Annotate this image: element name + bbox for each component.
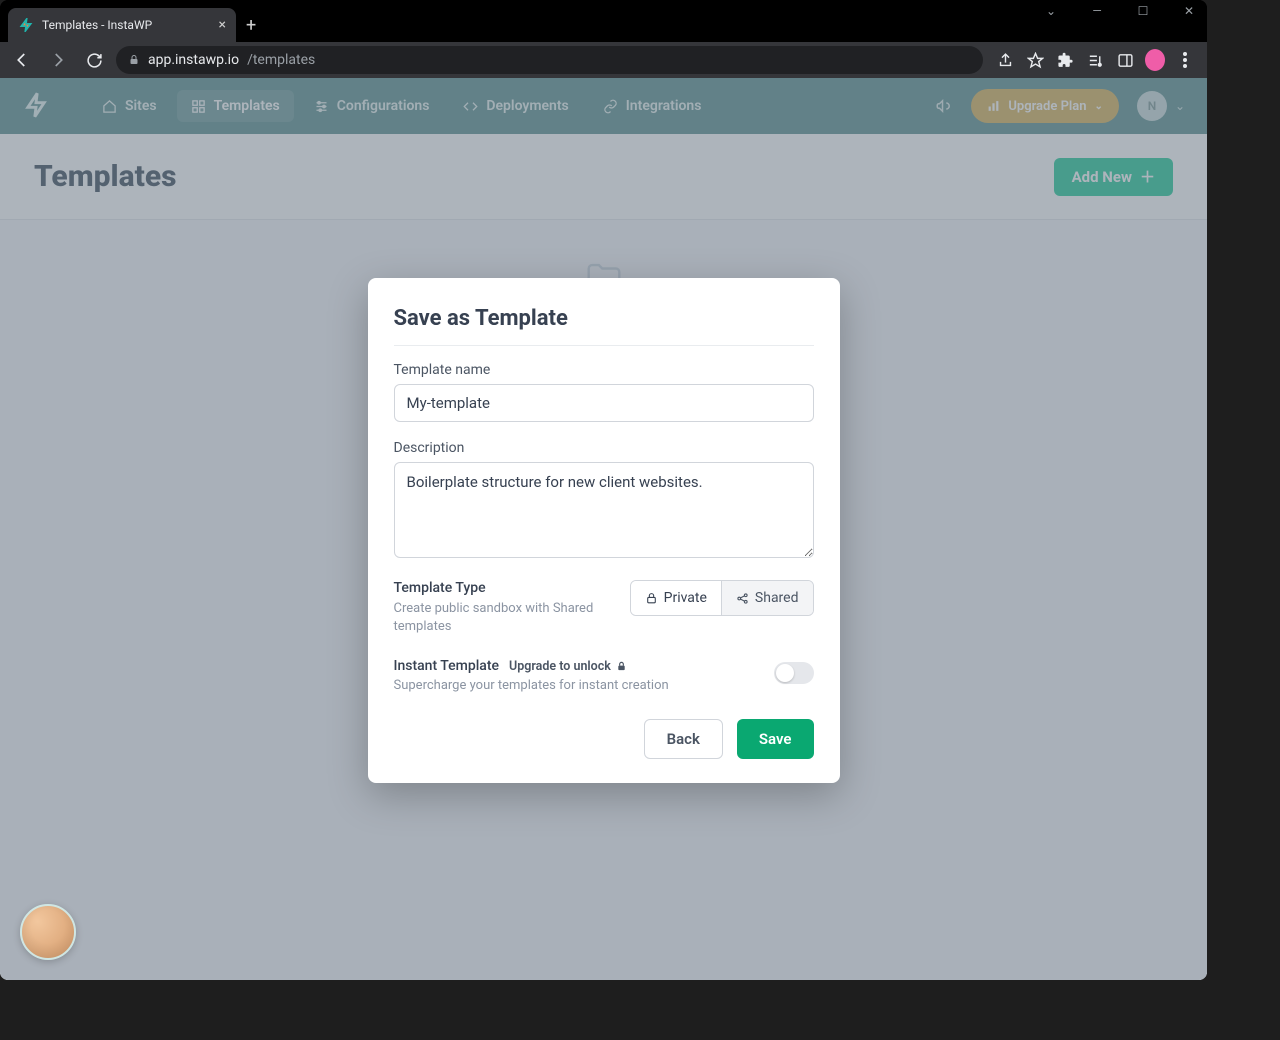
- instant-desc: Supercharge your templates for instant c…: [394, 678, 758, 693]
- bookmark-star-icon[interactable]: [1025, 50, 1045, 70]
- window-controls: ⌄ — ☐ ✕: [1037, 4, 1203, 18]
- field-template-name: Template name: [394, 362, 814, 422]
- instant-title: Instant Template: [394, 658, 500, 674]
- toolbar-right-icons: [991, 50, 1199, 70]
- save-button[interactable]: Save: [737, 719, 814, 759]
- description-textarea[interactable]: Boilerplate structure for new client web…: [394, 462, 814, 558]
- window-dropdown-icon[interactable]: ⌄: [1037, 4, 1065, 18]
- instant-text: Instant Template Upgrade to unlock Super…: [394, 658, 758, 693]
- type-title: Template Type: [394, 580, 614, 596]
- profile-avatar-icon[interactable]: [1145, 50, 1165, 70]
- kebab-menu-icon[interactable]: [1175, 50, 1195, 70]
- modal-title: Save as Template: [394, 306, 814, 331]
- type-private-label: Private: [664, 590, 707, 606]
- type-option-private[interactable]: Private: [631, 581, 721, 615]
- desc-label: Description: [394, 440, 814, 456]
- save-template-modal: Save as Template Template name Descripti…: [368, 278, 840, 783]
- type-segmented-control: Private Shared: [630, 580, 814, 616]
- modal-actions: Back Save: [394, 719, 814, 759]
- lock-icon: [645, 592, 658, 605]
- share-nodes-icon: [736, 592, 749, 605]
- url-path: /templates: [247, 52, 315, 68]
- type-shared-label: Shared: [755, 590, 799, 606]
- browser-window: Templates - InstaWP × + ⌄ — ☐ ✕ app.inst…: [0, 0, 1207, 980]
- address-bar[interactable]: app.instawp.io/templates: [116, 46, 983, 74]
- tab-title: Templates - InstaWP: [42, 18, 211, 32]
- upgrade-to-unlock-badge[interactable]: Upgrade to unlock: [509, 659, 627, 674]
- name-label: Template name: [394, 362, 814, 378]
- nav-back-icon[interactable]: [8, 46, 36, 74]
- media-icon[interactable]: [1085, 50, 1105, 70]
- nav-forward-icon[interactable]: [44, 46, 72, 74]
- upgrade-unlock-label: Upgrade to unlock: [509, 659, 611, 674]
- save-label: Save: [759, 730, 792, 748]
- template-type-row: Template Type Create public sandbox with…: [394, 580, 814, 636]
- type-option-shared[interactable]: Shared: [721, 581, 813, 615]
- browser-tab[interactable]: Templates - InstaWP ×: [8, 8, 236, 42]
- window-maximize-icon[interactable]: ☐: [1129, 4, 1157, 18]
- browser-titlebar: Templates - InstaWP × + ⌄ — ☐ ✕: [0, 0, 1207, 42]
- lock-closed-icon: [616, 661, 627, 672]
- toggle-knob: [776, 664, 794, 682]
- favicon-icon: [18, 17, 34, 33]
- window-minimize-icon[interactable]: —: [1083, 4, 1111, 18]
- app-viewport: Sites Templates Configurations Deploymen…: [0, 78, 1207, 980]
- type-text: Template Type Create public sandbox with…: [394, 580, 614, 636]
- sidepanel-icon[interactable]: [1115, 50, 1135, 70]
- share-icon[interactable]: [995, 50, 1015, 70]
- extensions-icon[interactable]: [1055, 50, 1075, 70]
- new-tab-button[interactable]: +: [236, 15, 266, 42]
- field-description: Description Boilerplate structure for ne…: [394, 440, 814, 562]
- browser-toolbar: app.instawp.io/templates: [0, 42, 1207, 78]
- back-label: Back: [667, 730, 700, 748]
- divider: [394, 345, 814, 346]
- close-tab-icon[interactable]: ×: [219, 18, 226, 32]
- instant-template-row: Instant Template Upgrade to unlock Super…: [394, 658, 814, 693]
- support-chat-avatar[interactable]: [20, 904, 76, 960]
- window-close-icon[interactable]: ✕: [1175, 4, 1203, 18]
- type-desc: Create public sandbox with Shared templa…: [394, 600, 614, 636]
- url-domain: app.instawp.io: [148, 52, 239, 68]
- modal-overlay[interactable]: Save as Template Template name Descripti…: [0, 78, 1207, 980]
- back-button[interactable]: Back: [644, 719, 723, 759]
- template-name-input[interactable]: [394, 384, 814, 422]
- instant-template-toggle[interactable]: [774, 662, 814, 684]
- nav-reload-icon[interactable]: [80, 46, 108, 74]
- lock-icon: [128, 54, 140, 66]
